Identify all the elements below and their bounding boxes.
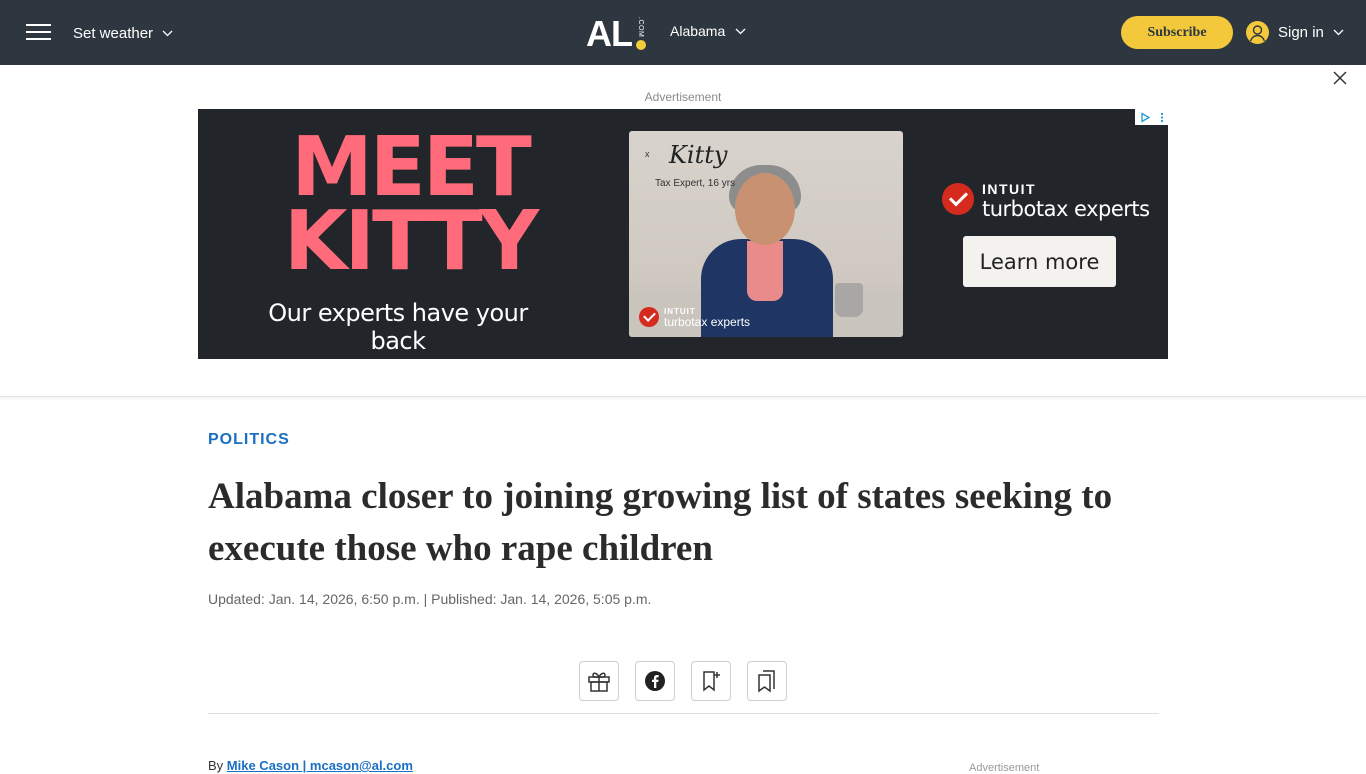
close-icon[interactable] xyxy=(1332,70,1348,86)
bookmark-add-icon xyxy=(703,671,720,692)
logo-text: AL xyxy=(586,13,633,54)
region-selector[interactable]: Alabama xyxy=(670,23,746,39)
weather-label: Set weather xyxy=(73,25,154,42)
ad-brand-logo: INTUIT turbotax experts xyxy=(942,179,1150,220)
byline: By Mike Cason | mcason@al.com xyxy=(208,758,413,773)
chevron-down-icon xyxy=(1333,29,1344,36)
chevron-down-icon xyxy=(735,28,746,34)
sign-in-label: Sign in xyxy=(1278,24,1324,41)
user-icon xyxy=(1246,21,1269,44)
site-logo[interactable]: AL .COM xyxy=(586,16,648,54)
site-header: Set weather AL .COM Alabama Subscribe Si… xyxy=(0,0,1366,65)
saved-bookmarks-icon xyxy=(758,670,775,693)
article-headline: Alabama closer to joining growing list o… xyxy=(208,476,1113,569)
check-icon xyxy=(942,183,974,215)
ad-tagline: Our experts have your back xyxy=(268,299,528,355)
author-link[interactable]: Mike Cason | mcason@al.com xyxy=(227,758,413,773)
gift-icon xyxy=(588,672,610,692)
share-toolbar xyxy=(579,661,787,701)
section-link[interactable]: POLITICS xyxy=(208,431,290,449)
menu-icon[interactable] xyxy=(26,24,52,42)
signature-x: x xyxy=(645,149,650,159)
chevron-down-icon xyxy=(162,30,173,37)
logo-dot: .COM xyxy=(634,16,648,54)
set-weather-button[interactable]: Set weather xyxy=(73,25,173,42)
sidebar-ad-label: Advertisement xyxy=(969,762,1040,774)
signature-title: Tax Expert, 16 yrs xyxy=(655,178,736,189)
article-dateline: Updated: Jan. 14, 2026, 6:50 p.m. | Publ… xyxy=(208,591,652,607)
facebook-share-button[interactable] xyxy=(635,661,675,701)
sign-in-button[interactable]: Sign in xyxy=(1246,21,1344,44)
subscribe-button[interactable]: Subscribe xyxy=(1121,16,1233,49)
gift-article-button[interactable] xyxy=(579,661,619,701)
divider xyxy=(208,713,1159,714)
adchoices-icon[interactable] xyxy=(1135,109,1168,125)
check-icon xyxy=(639,307,659,327)
save-article-button[interactable] xyxy=(691,661,731,701)
ad-banner[interactable]: MEET KITTY Our experts have your back x … xyxy=(198,109,1168,359)
advertisement-label: Advertisement xyxy=(644,90,722,104)
ad-headline: MEET KITTY xyxy=(283,120,539,289)
signature-name: Kitty xyxy=(669,141,728,169)
saved-articles-button[interactable] xyxy=(747,661,787,701)
ad-photo: x Kitty Tax Expert, 16 yrs INTUIT turbot… xyxy=(629,131,903,337)
logo-suffix: .COM xyxy=(637,17,644,38)
region-label: Alabama xyxy=(670,23,726,39)
facebook-icon xyxy=(645,671,665,691)
learn-more-button[interactable]: Learn more xyxy=(963,236,1116,287)
photo-brand-logo: INTUIT turbotax experts xyxy=(639,307,750,328)
